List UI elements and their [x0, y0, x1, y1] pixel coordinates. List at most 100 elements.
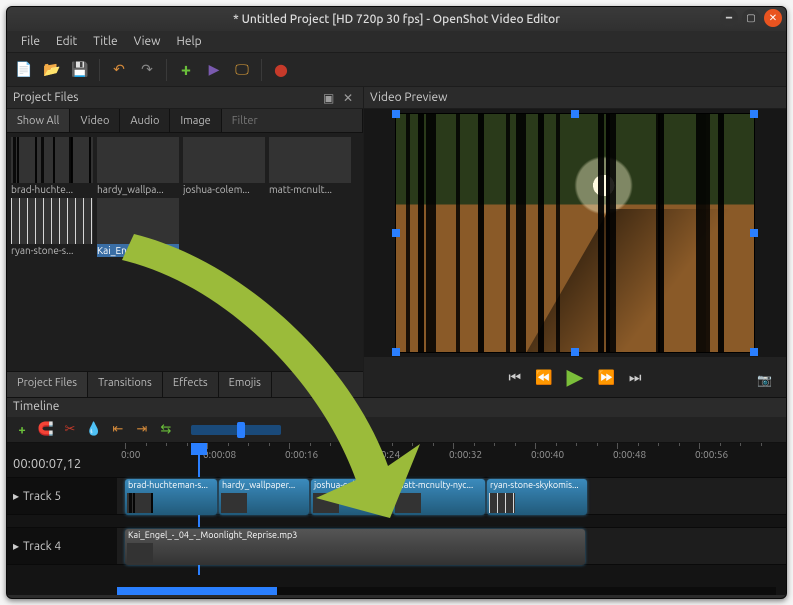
ruler-label: 0:00:16	[285, 449, 318, 460]
clip-thumb	[127, 493, 153, 513]
transform-handle-se[interactable]	[750, 348, 758, 356]
clip-label: ryan-stone-skykomis...	[487, 479, 587, 491]
zoom-slider[interactable]	[191, 425, 281, 435]
filter-image[interactable]: Image	[170, 109, 221, 132]
fast-forward-icon[interactable]: ⏩	[597, 369, 614, 386]
save-project-icon[interactable]: 💾	[69, 59, 91, 81]
tab-project-files[interactable]: Project Files	[7, 372, 88, 397]
choose-profile-icon[interactable]: ▶	[203, 59, 225, 81]
video-preview-header: Video Preview	[364, 87, 786, 109]
rewind-icon[interactable]: ⏪	[535, 369, 552, 386]
transform-handle-w[interactable]	[392, 229, 400, 237]
video-frame[interactable]	[395, 113, 755, 353]
transform-handle-sw[interactable]	[392, 348, 400, 356]
project-file-thumb[interactable]: joshua-colem...	[183, 137, 265, 196]
razor-icon[interactable]: ✂	[61, 421, 79, 439]
timeline-h-scrollbar[interactable]	[117, 587, 776, 595]
ruler-label: 0:00:56	[695, 449, 728, 460]
filter-audio[interactable]: Audio	[120, 109, 170, 132]
ruler-label: 0:00:40	[531, 449, 564, 460]
next-marker-icon[interactable]: ⇥	[133, 421, 151, 439]
thumb-image	[11, 198, 93, 244]
playhead[interactable]	[191, 443, 207, 455]
timeline-clip[interactable]: joshua-colem...	[311, 479, 391, 515]
menu-view[interactable]: View	[126, 33, 169, 50]
timeline-track-5[interactable]: ▸ Track 5 brad-huchteman-s... hardy_wall…	[7, 477, 786, 515]
timeline-ruler[interactable]: 0:000:00:080:00:160:00:240:00:320:00:400…	[117, 443, 786, 471]
filter-input[interactable]: Filter	[222, 109, 363, 132]
clip-label: matt-mcnulty-nyc...	[393, 479, 485, 491]
jump-start-icon[interactable]: ⏮	[508, 369, 521, 386]
toolbar-separator	[261, 59, 262, 81]
transform-handle-e[interactable]	[750, 229, 758, 237]
import-files-icon[interactable]: +	[175, 59, 197, 81]
minimize-button[interactable]: ━	[720, 9, 738, 27]
clip-label: brad-huchteman-s...	[125, 479, 217, 491]
add-marker-icon[interactable]: 💧	[85, 421, 103, 439]
tab-emojis[interactable]: Emojis	[219, 372, 272, 397]
timeline-track-4[interactable]: ▸ Track 4 Kai_Engel_-_04_-_Moonlight_Rep…	[7, 527, 786, 565]
left-bottom-tabs: Project Files Transitions Effects Emojis	[7, 371, 363, 397]
open-project-icon[interactable]: 📂	[41, 59, 63, 81]
fullscreen-icon[interactable]: 🖵	[231, 59, 253, 81]
zoom-slider-handle[interactable]	[237, 422, 245, 438]
project-file-thumb[interactable]: hardy_wallpa...	[97, 137, 179, 196]
track-collapse-icon[interactable]: ▸	[13, 539, 19, 553]
filter-show-all[interactable]: Show All	[7, 109, 70, 132]
filter-video[interactable]: Video	[70, 109, 120, 132]
center-playhead-icon[interactable]: ⇆	[157, 421, 175, 439]
transform-handle-n[interactable]	[571, 110, 579, 118]
transform-handle-s[interactable]	[571, 348, 579, 356]
thumb-image	[11, 137, 93, 183]
timeline-body[interactable]: 00:00:07,12 0:000:00:080:00:160:00:240:0…	[7, 443, 786, 595]
play-icon[interactable]: ▶	[567, 364, 584, 390]
clip-label: joshua-colem...	[311, 479, 391, 491]
timeline-clip[interactable]: brad-huchteman-s...	[125, 479, 217, 515]
clip-label: hardy_wallpaper...	[219, 479, 309, 491]
prev-marker-icon[interactable]: ⇤	[109, 421, 127, 439]
redo-icon[interactable]: ↷	[136, 59, 158, 81]
menu-title[interactable]: Title	[85, 33, 125, 50]
snapshot-icon[interactable]: 📷	[757, 373, 772, 387]
maximize-button[interactable]: ▢	[742, 9, 760, 27]
timeline-audio-clip[interactable]: Kai_Engel_-_04_-_Moonlight_Reprise.mp3	[125, 529, 585, 565]
thumb-label: Kai_Engel_-...	[97, 244, 179, 257]
timeline-clip[interactable]: ryan-stone-skykomis...	[487, 479, 587, 515]
transform-handle-ne[interactable]	[750, 110, 758, 118]
detach-panel-icon[interactable]: ▣	[323, 91, 337, 105]
toolbar-separator	[166, 59, 167, 81]
project-file-thumb-selected[interactable]: Kai_Engel_-...	[97, 198, 179, 257]
preview-image	[396, 114, 754, 352]
app-window: * Untitled Project [HD 720p 30 fps] - Op…	[6, 6, 787, 599]
tab-effects[interactable]: Effects	[163, 372, 219, 397]
close-panel-icon[interactable]: ✕	[343, 91, 357, 105]
tab-transitions[interactable]: Transitions	[88, 372, 163, 397]
track-collapse-icon[interactable]: ▸	[13, 489, 19, 503]
menu-edit[interactable]: Edit	[48, 33, 85, 50]
timeline-clip[interactable]: matt-mcnulty-nyc...	[393, 479, 485, 515]
thumb-image	[183, 137, 265, 183]
snap-icon[interactable]: 🧲	[37, 421, 55, 439]
transform-handle-nw[interactable]	[392, 110, 400, 118]
new-project-icon[interactable]: 📄	[13, 59, 35, 81]
add-track-icon[interactable]: +	[13, 421, 31, 439]
menubar: File Edit Title View Help	[7, 31, 786, 53]
thumb-image	[269, 137, 351, 183]
undo-icon[interactable]: ↶	[108, 59, 130, 81]
export-video-icon[interactable]: ●	[270, 59, 292, 81]
timeline-clip[interactable]: hardy_wallpaper...	[219, 479, 309, 515]
ruler-label: 0:00:48	[613, 449, 646, 460]
close-button[interactable]: ✕	[764, 9, 782, 27]
jump-end-icon[interactable]: ⏭	[629, 369, 642, 386]
menu-file[interactable]: File	[13, 33, 48, 50]
video-preview-area[interactable]	[364, 109, 786, 357]
thumb-label: brad-huchte...	[11, 183, 93, 196]
thumb-label: joshua-colem...	[183, 183, 265, 196]
menu-help[interactable]: Help	[168, 33, 209, 50]
track-label: ▸ Track 4	[7, 528, 117, 564]
project-file-thumb[interactable]: ryan-stone-s...	[11, 198, 93, 257]
timeline-h-scroll-thumb[interactable]	[117, 587, 277, 595]
project-file-thumb[interactable]: brad-huchte...	[11, 137, 93, 196]
track-name: Track 5	[23, 490, 61, 503]
project-file-thumb[interactable]: matt-mcnult...	[269, 137, 351, 196]
